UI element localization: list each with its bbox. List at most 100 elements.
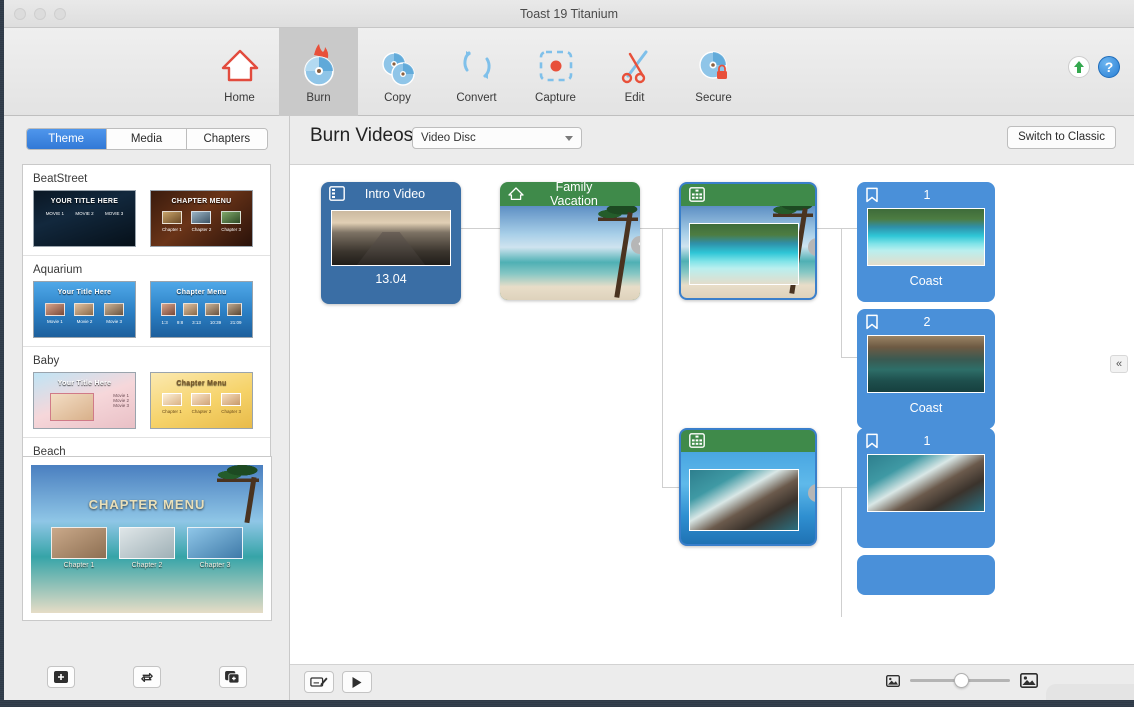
collapse-panel-button[interactable]: « xyxy=(1110,355,1128,373)
canvas-toolbar xyxy=(290,664,1134,700)
theme-thumbnail-chapter[interactable]: Chapter Menu Chapter 1 Chapter 2 Chapter… xyxy=(150,372,253,429)
thumb-movie-label: Movie 3 xyxy=(106,319,123,324)
window-title: Toast 19 Titanium xyxy=(520,7,618,21)
connector-line xyxy=(816,487,860,488)
node-chapter-number: 1 xyxy=(923,434,931,448)
node-family-vacation-menu[interactable]: Family Vacation ‹ xyxy=(500,182,640,300)
tab-media[interactable]: Media xyxy=(106,129,188,149)
thumb-chapter-label: 3:13 xyxy=(192,320,201,325)
theme-thumbnail-chapter[interactable]: Chapter Menu 1:3 9:8 3:13 10:39 21:09 xyxy=(150,281,253,338)
theme-thumbnail-chapter[interactable]: CHAPTER MENU Chapter 1 Chapter 2 Chapter… xyxy=(150,190,253,247)
node-header: Intro Video xyxy=(321,182,461,206)
node-thumbnail xyxy=(867,208,985,266)
add-icon xyxy=(53,671,68,683)
thumb-chapter-label: Chapter 1 xyxy=(161,409,182,414)
toolbar-label: Burn xyxy=(306,92,331,104)
copy-icon xyxy=(375,42,421,88)
theme-group[interactable]: BeatStreet YOUR TITLE HERE MOVIE 1 MOVIE… xyxy=(23,165,270,256)
connector-line xyxy=(638,228,682,229)
thumb-chapter-label: 10:39 xyxy=(209,320,222,325)
preview-chapter: Chapter 3 xyxy=(187,527,243,569)
node-chapter-2-coast[interactable]: 2 Coast xyxy=(857,309,995,429)
toolbar-item-copy[interactable]: Copy xyxy=(358,28,437,116)
tab-theme[interactable]: Theme xyxy=(26,129,107,149)
theme-preview-card[interactable]: CHAPTER MENU Chapter 1 Chapter 2 Chapter… xyxy=(22,456,272,621)
thumb-title: Chapter Menu xyxy=(176,289,227,296)
preview-chapter-label: Chapter 3 xyxy=(199,562,231,569)
edit-text-button[interactable] xyxy=(304,671,334,693)
connector-line xyxy=(841,487,842,617)
connector-line xyxy=(662,228,663,488)
sidebar-tab-group: Theme Media Chapters xyxy=(25,128,268,150)
slider-knob[interactable] xyxy=(954,673,969,688)
duplicate-button[interactable] xyxy=(218,666,247,688)
node-title: Intro Video xyxy=(364,187,426,201)
connector-line xyxy=(460,228,500,229)
toolbar-item-secure[interactable]: Secure xyxy=(674,28,753,116)
theme-thumbnail-main[interactable]: Your Title Here Movie 1 Movie 2 Movie 3 xyxy=(33,372,136,429)
help-icon[interactable]: ? xyxy=(1098,56,1120,78)
home-menu-icon xyxy=(508,186,528,202)
node-chapter-1-rocks[interactable]: 1 xyxy=(857,428,995,548)
node-chapter-1-coast[interactable]: 1 Coast xyxy=(857,182,995,302)
minimize-button[interactable] xyxy=(34,8,46,20)
theme-preview-image: CHAPTER MENU Chapter 1 Chapter 2 Chapter… xyxy=(31,465,263,613)
disc-type-select[interactable]: Video Disc xyxy=(412,127,582,149)
theme-name: Baby xyxy=(33,355,60,367)
node-thumbnail xyxy=(500,206,640,300)
preview-chapter-label: Chapter 1 xyxy=(63,562,95,569)
play-icon xyxy=(352,676,362,688)
theme-thumbnail-main[interactable]: Your Title Here Movie 1 Movie 2 Movie 3 xyxy=(33,281,136,338)
node-chapter-menu-1[interactable]: ‹ xyxy=(679,182,817,300)
preview-chapter-label: Chapter 2 xyxy=(131,562,163,569)
connector-line xyxy=(841,228,842,358)
thumb-title: YOUR TITLE HERE xyxy=(50,198,119,205)
toolbar-item-capture[interactable]: Capture xyxy=(516,28,595,116)
thumbnail-size-slider[interactable] xyxy=(886,673,1038,688)
node-label: Coast xyxy=(909,274,943,288)
theme-group[interactable]: Aquarium Your Title Here Movie 1 Movie 2… xyxy=(23,256,270,347)
toolbar-item-home[interactable]: Home xyxy=(200,28,279,116)
preview-title: CHAPTER MENU xyxy=(88,497,206,512)
play-button[interactable] xyxy=(342,671,372,693)
node-thumbnail xyxy=(867,454,985,512)
bookmark-icon xyxy=(865,433,881,449)
node-duration: 13.04 xyxy=(375,272,407,286)
theme-group[interactable]: Baby Your Title Here Movie 1 Movie 2 Mov… xyxy=(23,347,270,438)
toolbar-item-burn[interactable]: Burn xyxy=(279,28,358,116)
thumb-chapter-label: 21:09 xyxy=(230,320,242,325)
thumb-chapter-label: 9:8 xyxy=(176,320,184,325)
thumb-movie-label: Movie 2 xyxy=(76,319,93,324)
edit-icon xyxy=(612,42,658,88)
project-canvas[interactable]: Intro Video 13.04 Family Vacation 1 Coas… xyxy=(290,164,1134,664)
toolbar-label: Home xyxy=(224,92,255,104)
toolbar-item-convert[interactable]: Convert xyxy=(437,28,516,116)
slider-track[interactable] xyxy=(910,673,1010,688)
close-button[interactable] xyxy=(14,8,26,20)
thumb-chapter-label: Chapter 1 xyxy=(161,227,182,232)
node-header xyxy=(681,184,815,206)
node-thumbnail xyxy=(689,469,799,531)
node-intro-video[interactable]: Intro Video 13.04 xyxy=(321,182,461,304)
edit-text-icon xyxy=(310,677,328,687)
node-chapter-menu-2[interactable]: ‹ xyxy=(679,428,817,546)
add-theme-button[interactable] xyxy=(46,666,75,688)
loop-button[interactable] xyxy=(132,666,161,688)
preview-chapter-thumb xyxy=(51,527,107,559)
node-chapter-number: 2 xyxy=(923,315,931,329)
small-image-icon xyxy=(886,674,900,687)
maximize-button[interactable] xyxy=(54,8,66,20)
tab-chapters[interactable]: Chapters xyxy=(187,129,267,149)
toolbar-item-edit[interactable]: Edit xyxy=(595,28,674,116)
switch-to-classic-button[interactable]: Switch to Classic xyxy=(1007,126,1116,149)
burn-panel: Burn xyxy=(1046,684,1134,700)
preview-chapter: Chapter 2 xyxy=(119,527,175,569)
theme-thumbnail-main[interactable]: YOUR TITLE HERE MOVIE 1 MOVIE 2 MOVIE 3 xyxy=(33,190,136,247)
upload-arrow-icon[interactable] xyxy=(1068,56,1090,78)
grid-menu-icon xyxy=(689,187,709,203)
preview-chapter: Chapter 1 xyxy=(51,527,107,569)
thumb-chapter-label: Chapter 3 xyxy=(221,227,242,232)
thumb-title: CHAPTER MENU xyxy=(171,198,232,205)
toolbar-label: Edit xyxy=(624,92,645,104)
node-chapter-partial[interactable] xyxy=(857,555,995,595)
